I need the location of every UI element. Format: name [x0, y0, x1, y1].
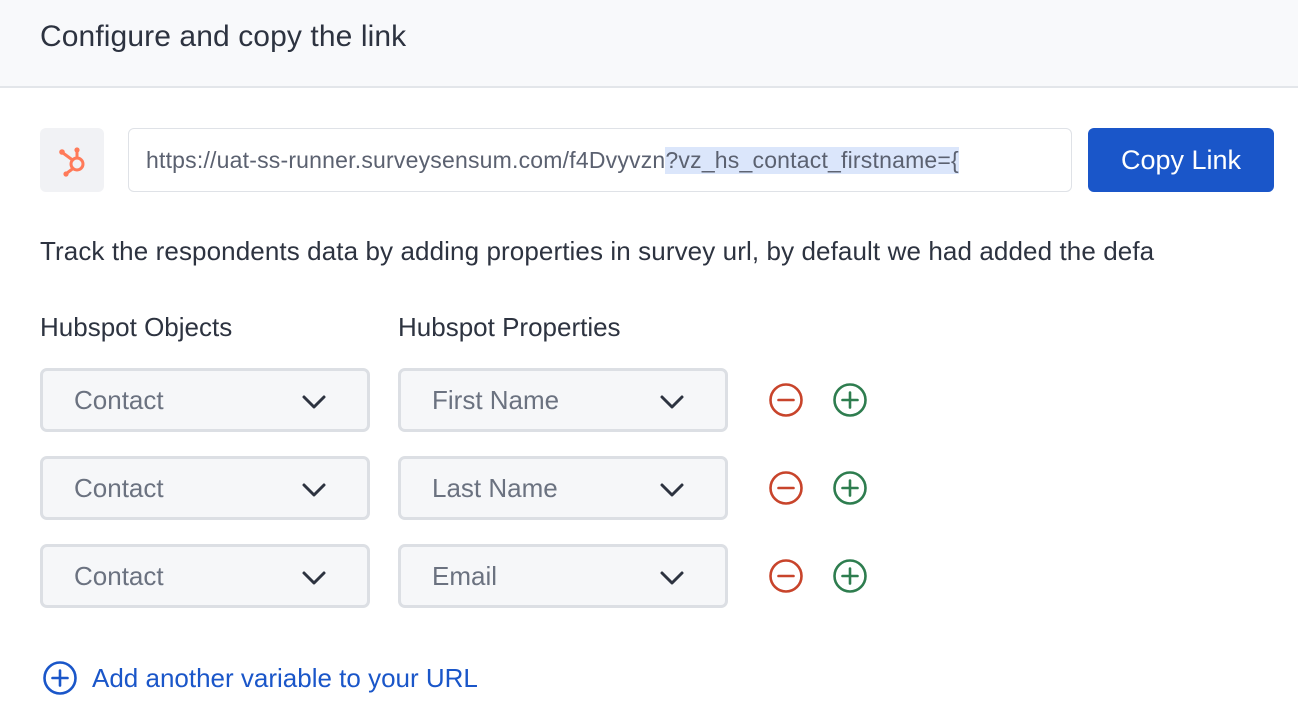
chevron-down-icon	[302, 483, 326, 497]
copy-link-button[interactable]: Copy Link	[1088, 128, 1274, 192]
add-variable-label: Add another variable to your URL	[92, 662, 478, 693]
object-select[interactable]: Contact	[40, 544, 370, 608]
url-text: https://uat-ss-runner.surveysensum.com/f…	[146, 146, 666, 173]
add-variable-link[interactable]: Add another variable to your URL	[42, 658, 478, 698]
add-row-icon[interactable]	[832, 558, 868, 594]
hubspot-properties-header: Hubspot Properties	[398, 312, 621, 342]
object-select[interactable]: Contact	[40, 456, 370, 520]
description-text: Track the respondents data by adding pro…	[40, 236, 1155, 266]
variable-row: Contact Email	[0, 544, 1298, 608]
hubspot-icon	[59, 147, 85, 177]
property-select-value: Email	[432, 560, 498, 591]
chevron-down-icon	[660, 395, 684, 409]
chevron-down-icon	[302, 571, 326, 585]
property-select[interactable]: Email	[398, 544, 728, 608]
object-select-value: Contact	[74, 560, 164, 591]
remove-row-icon[interactable]	[768, 470, 804, 506]
property-select-value: First Name	[432, 384, 560, 415]
hubspot-logo	[40, 128, 104, 192]
property-select[interactable]: Last Name	[398, 456, 728, 520]
variable-row: Contact First Name	[0, 368, 1298, 432]
page-title: Configure and copy the link	[40, 20, 407, 53]
object-select[interactable]: Contact	[40, 368, 370, 432]
plus-circle-icon	[43, 661, 77, 695]
add-row-icon[interactable]	[832, 382, 868, 418]
object-select-value: Contact	[74, 472, 164, 503]
remove-row-icon[interactable]	[768, 558, 804, 594]
object-select-value: Contact	[74, 384, 164, 415]
page-header: Configure and copy the link	[0, 0, 1298, 88]
variable-row: Contact Last Name	[0, 456, 1298, 520]
remove-row-icon[interactable]	[768, 382, 804, 418]
chevron-down-icon	[660, 483, 684, 497]
hubspot-objects-header: Hubspot Objects	[40, 312, 233, 342]
survey-url-field[interactable]: https://uat-ss-runner.surveysensum.com/f…	[128, 128, 1072, 192]
add-row-icon[interactable]	[832, 470, 868, 506]
chevron-down-icon	[302, 395, 326, 409]
url-selected-text: ?vz_hs_contact_firstname={	[665, 146, 959, 174]
chevron-down-icon	[660, 571, 684, 585]
property-select-value: Last Name	[432, 472, 558, 503]
property-select[interactable]: First Name	[398, 368, 728, 432]
